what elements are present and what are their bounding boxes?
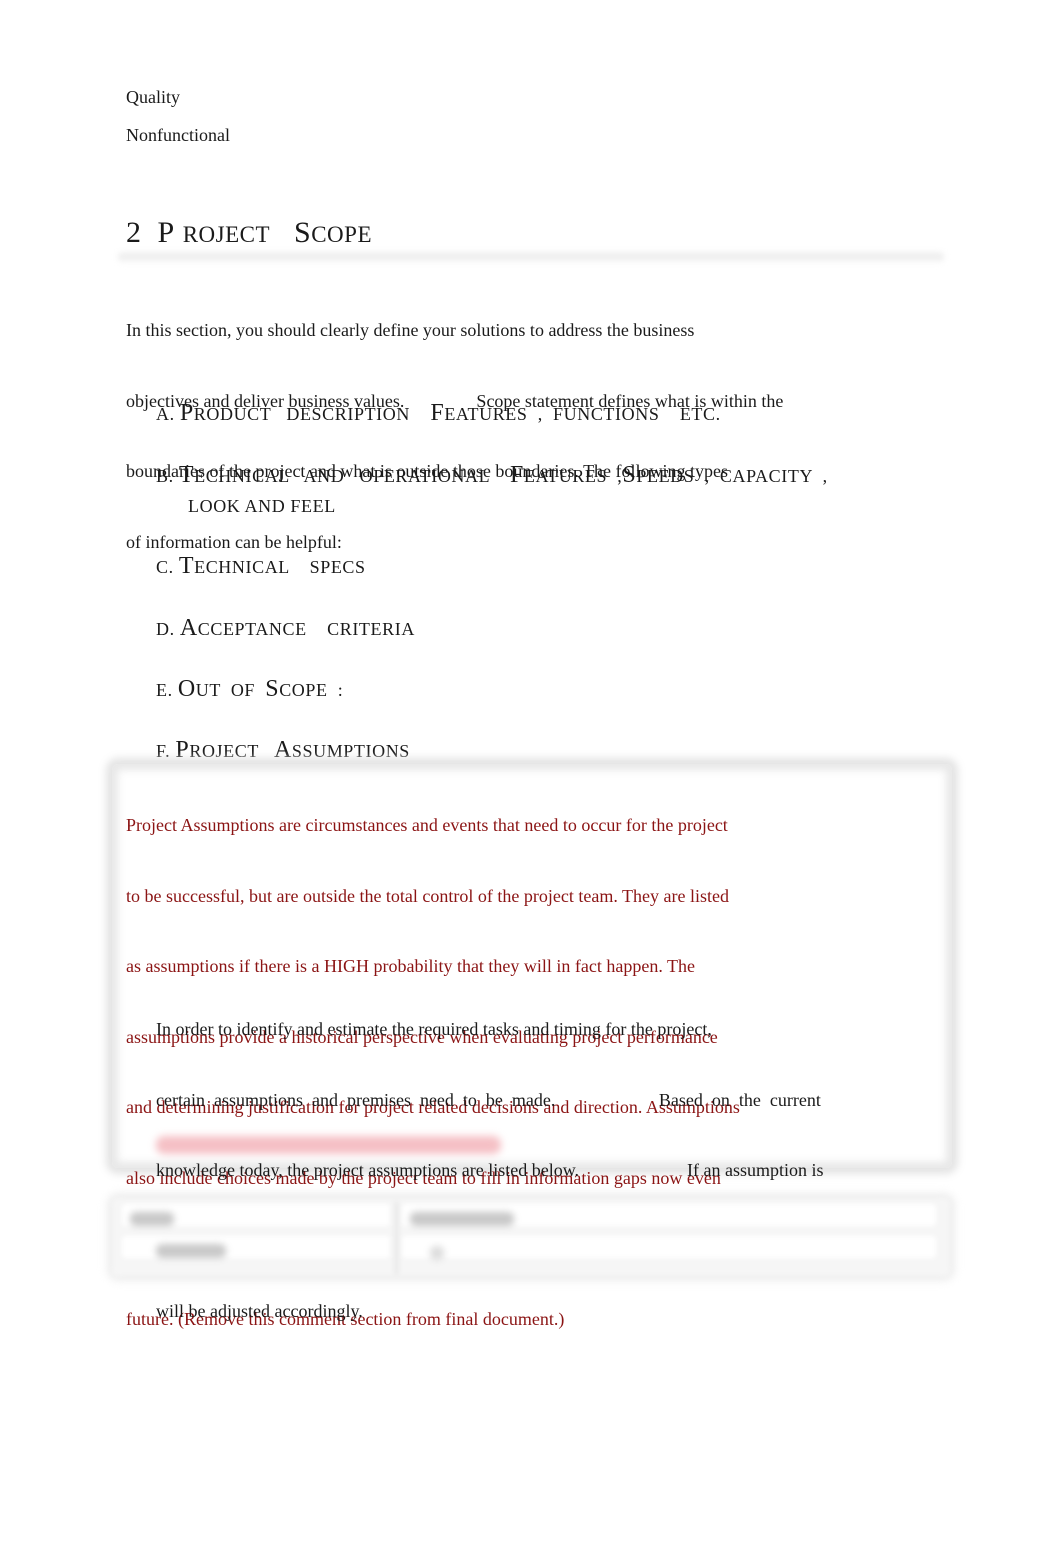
- assumptions-line: In order to identify and estimate the re…: [156, 1019, 712, 1039]
- list-cap: P: [179, 400, 194, 426]
- list-text: CCEPTANCE CRITERIA: [197, 619, 415, 639]
- list-item-f: F. PROJECT ASSUMPTIONS: [156, 737, 410, 764]
- list-cap: F: [509, 462, 524, 488]
- list-marker: D.: [156, 619, 175, 639]
- section-number: 2: [126, 216, 142, 249]
- list-text: SSUMPTIONS: [291, 741, 410, 761]
- list-text: ROJECT: [189, 741, 274, 761]
- list-cap: O: [177, 676, 196, 702]
- list-text: EATURES ,: [523, 466, 623, 486]
- list-item-b: B. TECHNICAL AND OPERATIONAL FEATURES ,S…: [156, 462, 828, 489]
- heading-cap-p: P: [157, 216, 175, 249]
- table-row: [112, 1232, 950, 1260]
- list-text: EATURES , FUNCTIONS ETC.: [444, 404, 721, 424]
- assumptions-line: will be adjusted accordingly.: [156, 1301, 363, 1321]
- list-cap: S: [265, 676, 280, 702]
- heading-cap-s: S: [294, 216, 312, 249]
- list-item-e: E. OUT OF SCOPE :: [156, 676, 343, 703]
- quality-label: Quality: [126, 87, 180, 107]
- list-cap: A: [273, 737, 292, 763]
- list-text: UT OF: [195, 680, 266, 700]
- list-text: RODUCT DESCRIPTION: [193, 404, 431, 424]
- list-cap: T: [178, 553, 195, 579]
- list-cap: P: [175, 737, 190, 763]
- heading-divider: [118, 250, 944, 264]
- comment-line: Project Assumptions are circumstances an…: [126, 815, 728, 835]
- assumptions-paragraph: In order to identify and estimate the re…: [156, 971, 824, 1347]
- list-item-a: A. PRODUCT DESCRIPTION FEATURES , FUNCTI…: [156, 400, 721, 427]
- list-item-b-continuation: LOOK AND FEEL: [188, 496, 336, 516]
- heading-rest-roject: ROJECT: [182, 222, 271, 247]
- list-text: PEEDS , CAPACITY ,: [636, 466, 828, 486]
- list-marker: A.: [156, 404, 175, 424]
- assumptions-line: certain assumptions and premises need to…: [156, 1089, 821, 1110]
- blurred-cell-text: [156, 1244, 226, 1258]
- list-item-d: D. ACCEPTANCE CRITERIA: [156, 615, 415, 642]
- list-cap: F: [430, 400, 445, 426]
- table-column-divider: [395, 1202, 398, 1274]
- assumptions-table: [112, 1198, 950, 1276]
- nonfunctional-label: Nonfunctional: [126, 125, 230, 145]
- section-heading: 2 P ROJECT SCOPE: [126, 216, 372, 252]
- comment-line: to be successful, but are outside the to…: [126, 885, 729, 906]
- blurred-header-text: [130, 1212, 174, 1226]
- table-cell: [402, 1236, 936, 1258]
- intro-line: In this section, you should clearly defi…: [126, 320, 695, 340]
- list-text: ECHNICAL AND OPERATIONAL: [194, 466, 510, 486]
- list-cap: T: [178, 462, 195, 488]
- list-marker: E.: [156, 680, 173, 700]
- blurred-cell-text: [430, 1246, 444, 1260]
- table-header-row: [112, 1200, 950, 1228]
- list-cap: A: [179, 615, 198, 641]
- blurred-note: [156, 1136, 501, 1154]
- intro-line: of information can be helpful:: [126, 531, 342, 552]
- list-text: COPE :: [279, 680, 344, 700]
- list-marker: B.: [156, 466, 174, 486]
- assumptions-line: knowledge today, the project assumptions…: [156, 1160, 824, 1180]
- list-cap: S: [622, 462, 637, 488]
- list-item-c: C. TECHNICAL SPECS: [156, 553, 366, 580]
- blurred-header-text: [410, 1212, 514, 1226]
- list-marker: C.: [156, 557, 174, 577]
- list-marker: F.: [156, 741, 171, 761]
- list-text: ECHNICAL SPECS: [194, 557, 366, 577]
- heading-rest-cope: COPE: [311, 222, 373, 247]
